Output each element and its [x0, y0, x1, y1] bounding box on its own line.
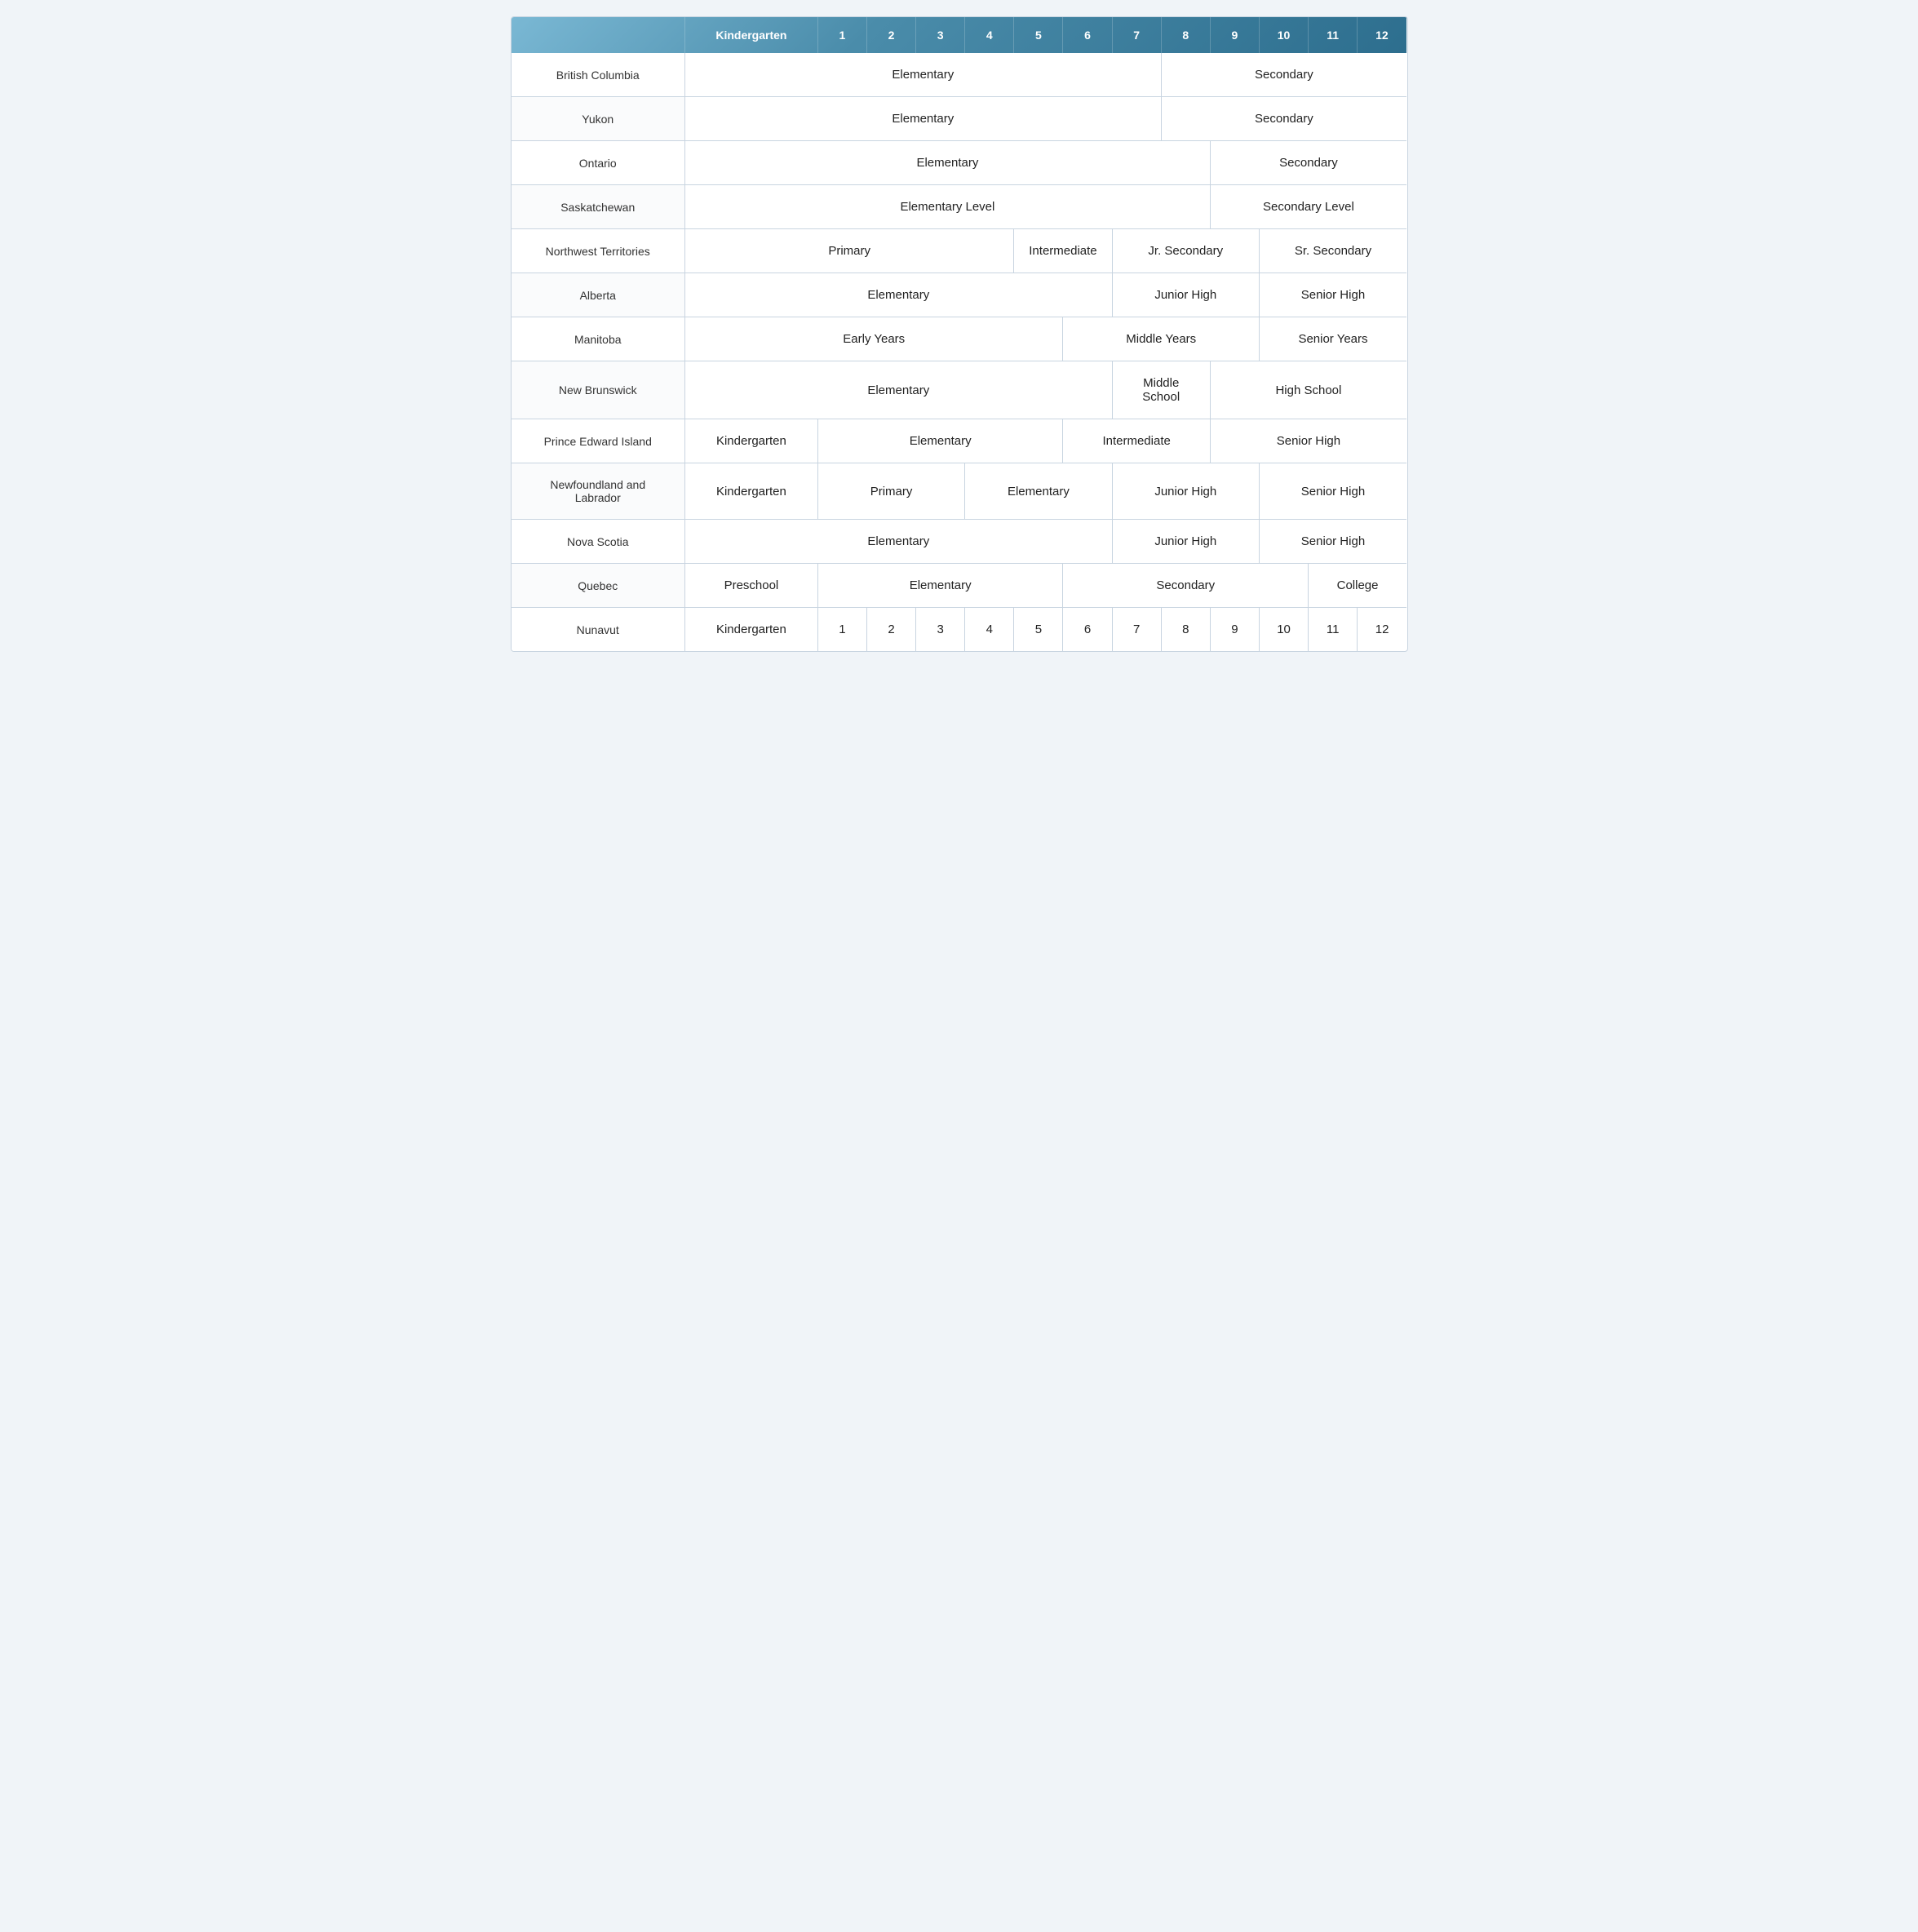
province-cell: British Columbia	[512, 53, 685, 97]
grade-cell: 1	[817, 608, 866, 652]
level-cell: Secondary Level	[1210, 185, 1406, 229]
grade-cell: 7	[1112, 608, 1161, 652]
table-row: QuebecPreschoolElementarySecondaryColleg…	[512, 564, 1407, 608]
level-cell: Senior Years	[1259, 317, 1406, 361]
level-cell: Primary	[684, 229, 1013, 273]
level-cell: High School	[1210, 361, 1406, 419]
level-cell: Early Years	[684, 317, 1062, 361]
header-1: 1	[817, 17, 866, 53]
header-2: 2	[866, 17, 915, 53]
province-cell: Newfoundland and Labrador	[512, 463, 685, 520]
header-6: 6	[1063, 17, 1112, 53]
province-cell: Prince Edward Island	[512, 419, 685, 463]
header-kg: Kindergarten	[684, 17, 817, 53]
header-9: 9	[1210, 17, 1259, 53]
table-row: OntarioElementarySecondary	[512, 141, 1407, 185]
table-row: ManitobaEarly YearsMiddle YearsSenior Ye…	[512, 317, 1407, 361]
level-cell: Kindergarten	[684, 419, 817, 463]
level-cell: Elementary	[684, 520, 1112, 564]
level-cell: Senior High	[1259, 463, 1406, 520]
header-3: 3	[916, 17, 965, 53]
grade-cell: 12	[1358, 608, 1406, 652]
level-cell: Senior High	[1259, 520, 1406, 564]
level-cell: Middle Years	[1063, 317, 1260, 361]
table-row: SaskatchewanElementary LevelSecondary Le…	[512, 185, 1407, 229]
level-cell: Secondary	[1161, 97, 1406, 141]
level-cell: Intermediate	[1014, 229, 1112, 273]
level-cell: Secondary	[1063, 564, 1309, 608]
header-row: Kindergarten 1 2 3 4 5 6 7 8 9 10 11 12	[512, 17, 1407, 53]
level-cell: Elementary	[817, 419, 1063, 463]
grade-cell: 9	[1210, 608, 1259, 652]
grade-cell: 10	[1259, 608, 1308, 652]
province-cell: Yukon	[512, 97, 685, 141]
level-cell: Jr. Secondary	[1112, 229, 1259, 273]
header-10: 10	[1259, 17, 1308, 53]
province-cell: Northwest Territories	[512, 229, 685, 273]
level-cell: Junior High	[1112, 520, 1259, 564]
grade-cell: 2	[866, 608, 915, 652]
table-row: Prince Edward IslandKindergartenElementa…	[512, 419, 1407, 463]
table-row: YukonElementarySecondary	[512, 97, 1407, 141]
header-4: 4	[965, 17, 1014, 53]
table-row: Northwest TerritoriesPrimaryIntermediate…	[512, 229, 1407, 273]
level-cell: Middle School	[1112, 361, 1210, 419]
grade-cell: 3	[916, 608, 965, 652]
table-row: NunavutKindergarten123456789101112	[512, 608, 1407, 652]
header-7: 7	[1112, 17, 1161, 53]
level-cell: Elementary	[684, 273, 1112, 317]
province-cell: New Brunswick	[512, 361, 685, 419]
grade-cell: 11	[1309, 608, 1358, 652]
level-cell: Junior High	[1112, 273, 1259, 317]
province-cell: Alberta	[512, 273, 685, 317]
level-cell: Elementary	[684, 53, 1161, 97]
level-cell: Intermediate	[1063, 419, 1210, 463]
province-cell: Ontario	[512, 141, 685, 185]
header-12: 12	[1358, 17, 1406, 53]
header-5: 5	[1014, 17, 1063, 53]
province-cell: Saskatchewan	[512, 185, 685, 229]
level-cell: Kindergarten	[684, 463, 817, 520]
level-cell: Elementary Level	[684, 185, 1210, 229]
level-cell: Elementary	[965, 463, 1112, 520]
grade-cell: 6	[1063, 608, 1112, 652]
grade-cell: Kindergarten	[684, 608, 817, 652]
province-cell: Nova Scotia	[512, 520, 685, 564]
province-cell: Manitoba	[512, 317, 685, 361]
table-row: New BrunswickElementaryMiddle SchoolHigh…	[512, 361, 1407, 419]
level-cell: Elementary	[684, 141, 1210, 185]
level-cell: Elementary	[817, 564, 1063, 608]
level-cell: Junior High	[1112, 463, 1259, 520]
level-cell: Preschool	[684, 564, 817, 608]
level-cell: Primary	[817, 463, 964, 520]
school-levels-table: Kindergarten 1 2 3 4 5 6 7 8 9 10 11 12 …	[511, 16, 1408, 652]
level-cell: Sr. Secondary	[1259, 229, 1406, 273]
province-cell: Nunavut	[512, 608, 685, 652]
table-row: AlbertaElementaryJunior HighSenior High	[512, 273, 1407, 317]
header-11: 11	[1309, 17, 1358, 53]
level-cell: Senior High	[1259, 273, 1406, 317]
level-cell: Elementary	[684, 361, 1112, 419]
level-cell: Elementary	[684, 97, 1161, 141]
grade-cell: 4	[965, 608, 1014, 652]
table-row: Newfoundland and LabradorKindergartenPri…	[512, 463, 1407, 520]
header-province	[512, 17, 685, 53]
table-row: Nova ScotiaElementaryJunior HighSenior H…	[512, 520, 1407, 564]
grade-cell: 5	[1014, 608, 1063, 652]
level-cell: Secondary	[1161, 53, 1406, 97]
header-8: 8	[1161, 17, 1210, 53]
grade-cell: 8	[1161, 608, 1210, 652]
table-row: British ColumbiaElementarySecondary	[512, 53, 1407, 97]
level-cell: Senior High	[1210, 419, 1406, 463]
level-cell: College	[1309, 564, 1406, 608]
level-cell: Secondary	[1210, 141, 1406, 185]
province-cell: Quebec	[512, 564, 685, 608]
